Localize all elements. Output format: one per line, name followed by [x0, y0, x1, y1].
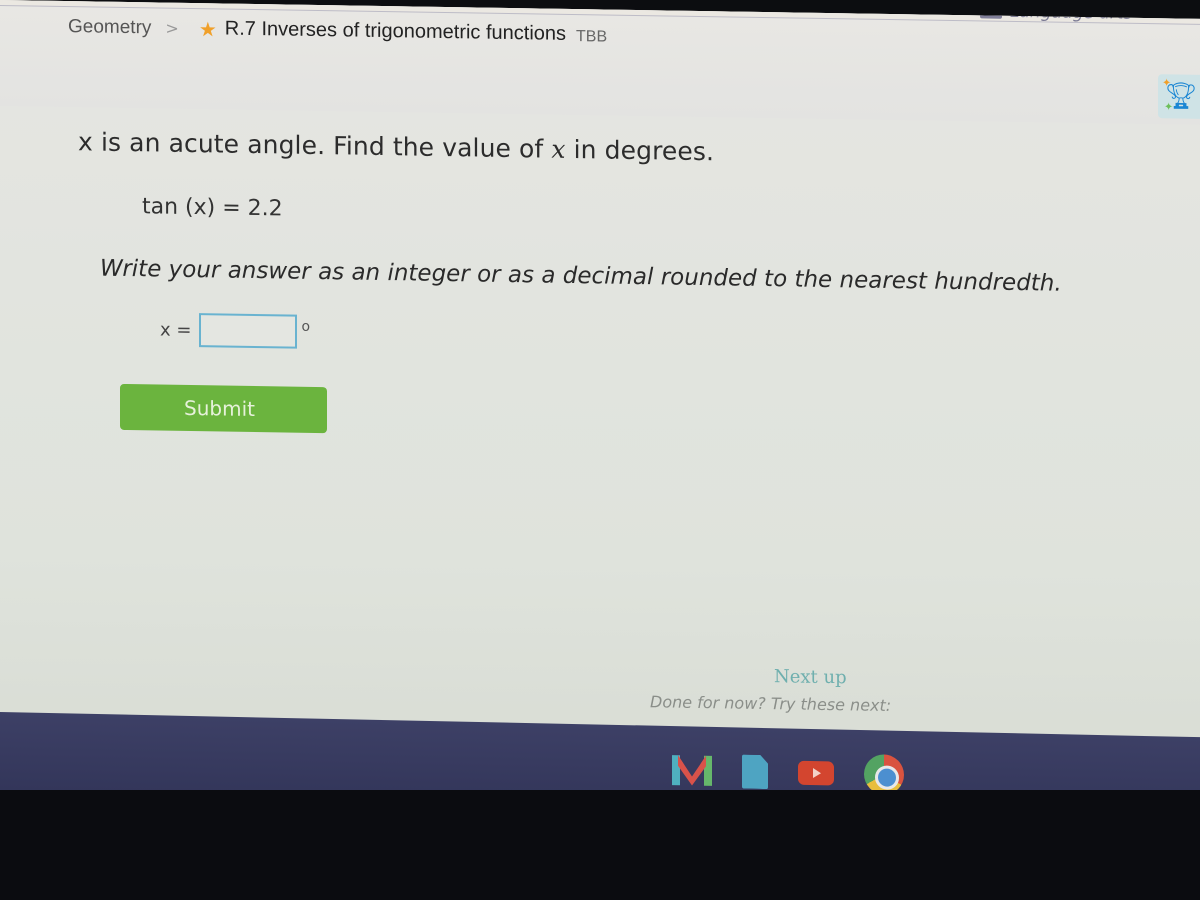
skill-code: TBB — [576, 27, 608, 46]
prompt-prefix: x is an acute angle. Find the value of — [78, 127, 552, 164]
breadcrumb-separator: > — [165, 18, 179, 38]
breadcrumb-course-link[interactable]: Geometry — [68, 16, 151, 39]
next-up-subtitle: Done for now? Try these next: — [650, 692, 892, 715]
tab-label: Language arts — [1010, 1, 1133, 24]
answer-row: x = o — [160, 313, 310, 349]
degree-symbol: o — [301, 318, 311, 335]
monitor-bezel — [0, 790, 1200, 900]
answer-input[interactable] — [199, 313, 298, 349]
equation: tan (x) = 2.2 — [142, 194, 283, 222]
browser-screen: Language arts Geometry > ★ R.7 Inverses … — [0, 0, 1200, 809]
tab-language-arts[interactable]: Language arts — [980, 1, 1133, 24]
sparkle-icon: ✦ — [1164, 100, 1174, 114]
answer-label: x = — [160, 319, 192, 341]
next-up-heading: Next up — [774, 666, 847, 689]
book-icon — [980, 4, 1002, 19]
answer-instruction: Write your answer as an integer or as a … — [100, 255, 1062, 297]
awards-button[interactable]: ✦ ✦ 🏆︎ — [1158, 74, 1200, 119]
prompt-variable: x — [551, 134, 566, 164]
youtube-icon[interactable] — [798, 760, 834, 786]
chrome-icon[interactable] — [864, 754, 904, 795]
gmail-icon[interactable] — [672, 755, 712, 786]
docs-icon[interactable] — [742, 755, 768, 790]
prompt-suffix: in degrees. — [565, 134, 715, 167]
submit-button[interactable]: Submit — [120, 383, 327, 434]
star-icon: ★ — [198, 16, 217, 41]
sparkle-icon: ✦ — [1162, 76, 1172, 90]
question-prompt: x is an acute angle. Find the value of x… — [78, 127, 714, 166]
shelf-apps — [672, 750, 904, 795]
